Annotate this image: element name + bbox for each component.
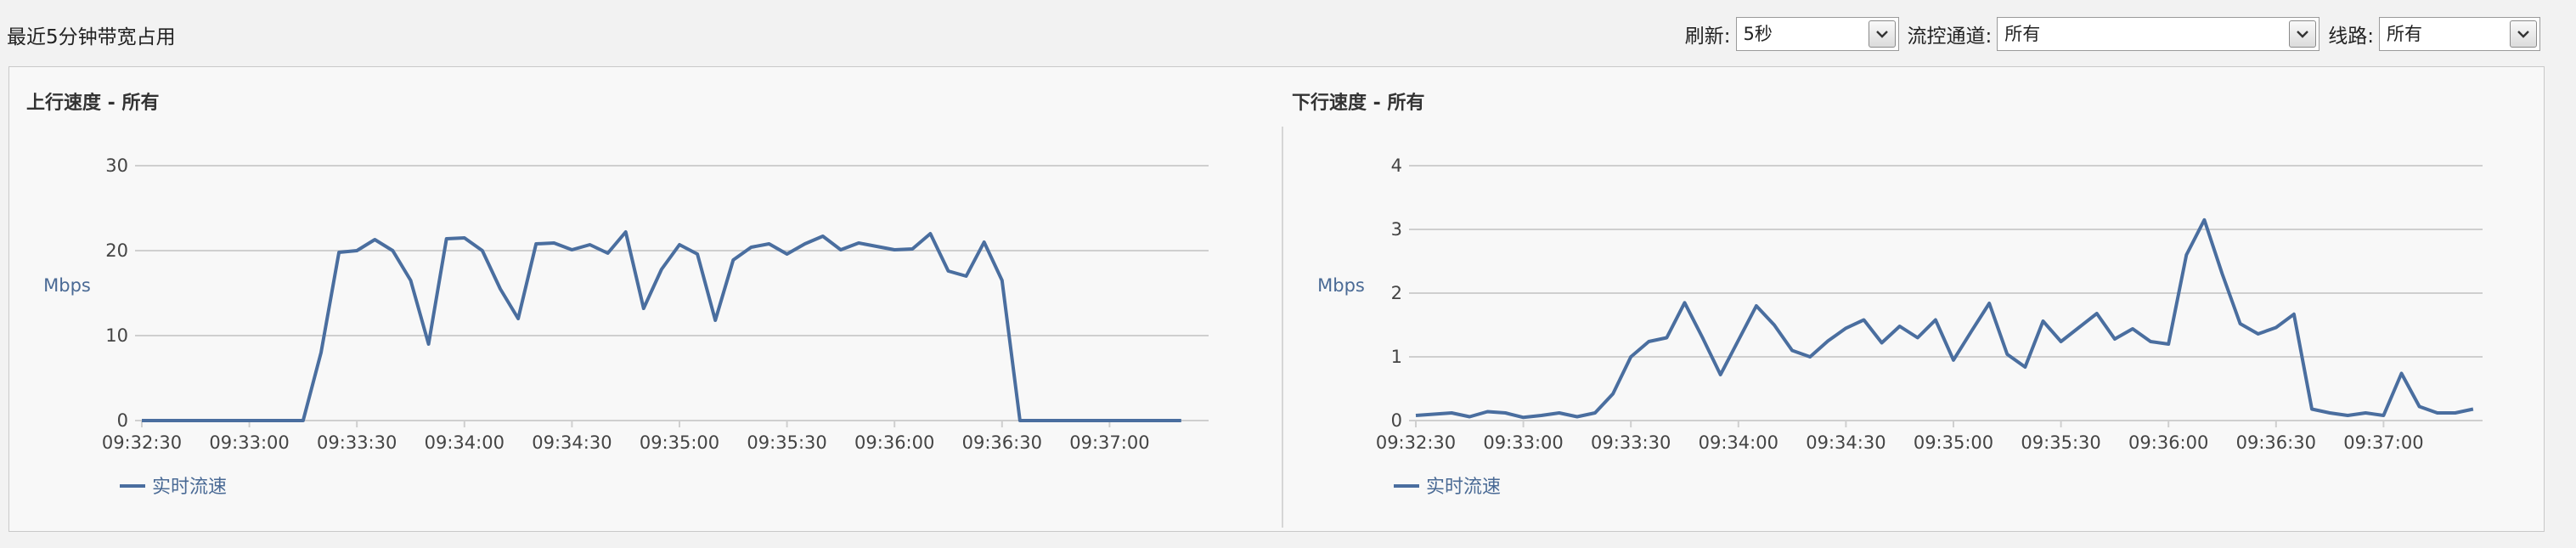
download-x-tick-label: 09:35:30	[2021, 432, 2100, 453]
download-chart: 0 1 2 3 4 Mbps 09:32:30 09:33:00 09:33:30 09:34:0…	[1317, 155, 2483, 498]
download-series-line	[1415, 218, 2474, 420]
chevron-down-icon[interactable]	[2289, 20, 2317, 48]
download-legend-label[interactable]: 实时流速	[1426, 477, 1501, 498]
upload-y-tick-label: 0	[117, 410, 128, 431]
refresh-select[interactable]: 5秒	[1735, 17, 1899, 51]
page-title: 最近5分钟带宽占用	[7, 26, 176, 48]
download-x-tick-label: 09:36:30	[2236, 432, 2316, 453]
upload-x-tick-label: 09:34:30	[532, 432, 612, 453]
upload-x-tick-label: 09:32:30	[102, 432, 182, 453]
upload-x-tick-label: 09:33:30	[317, 432, 397, 453]
upload-y-tick-label: 10	[105, 325, 128, 346]
upload-x-tick-label: 09:36:00	[854, 432, 934, 453]
upload-x-tick-label: 09:33:00	[209, 432, 289, 453]
upload-y-tick-label: 20	[105, 240, 128, 261]
charts-panel: 上行速度 - 所有 下行速度 - 所有 0 10 20 30 Mbps 09:32:30 0…	[8, 66, 2545, 532]
chevron-down-icon[interactable]	[2510, 20, 2537, 48]
channel-select[interactable]: 所有	[1997, 17, 2320, 51]
download-x-tick-label: 09:36:00	[2128, 432, 2208, 453]
upload-legend-label[interactable]: 实时流速	[152, 477, 227, 498]
download-y-axis-label: Mbps	[1317, 275, 1365, 296]
channel-label: 流控通道:	[1907, 25, 1993, 48]
download-y-tick-label: 1	[1391, 347, 1402, 367]
line-select[interactable]: 所有	[2379, 17, 2540, 51]
download-x-tick-label: 09:37:00	[2343, 432, 2423, 453]
line-label: 线路:	[2328, 25, 2374, 48]
download-x-tick-label: 09:34:00	[1699, 432, 1778, 453]
download-y-tick-label: 0	[1391, 410, 1402, 431]
upload-chart: 0 10 20 30 Mbps 09:32:30 09:33:00 09:33:30 09:34…	[43, 155, 1209, 498]
toolbar: 刷新: 5秒 流控通道: 所有 线路: 所有	[1682, 17, 2540, 51]
upload-x-tick-label: 09:37:00	[1069, 432, 1149, 453]
download-x-tick-label: 09:32:30	[1376, 432, 1456, 453]
refresh-select-value: 5秒	[1743, 24, 1773, 44]
upload-x-tick-label: 09:35:30	[747, 432, 826, 453]
upload-x-tick-label: 09:36:30	[962, 432, 1042, 453]
download-x-tick-label: 09:33:00	[1483, 432, 1563, 453]
download-x-tick-label: 09:34:30	[1806, 432, 1885, 453]
chevron-down-icon[interactable]	[1868, 20, 1896, 48]
download-y-tick-label: 4	[1391, 155, 1402, 176]
download-y-tick-label: 3	[1391, 219, 1402, 240]
download-y-tick-label: 2	[1391, 283, 1402, 303]
upload-x-tick-label: 09:35:00	[640, 432, 719, 453]
upload-series-line	[142, 230, 1181, 422]
refresh-label: 刷新:	[1684, 25, 1731, 48]
upload-x-tick-label: 09:34:00	[425, 432, 504, 453]
line-select-value: 所有	[2387, 24, 2422, 44]
upload-y-axis-label: Mbps	[43, 275, 91, 296]
channel-select-value: 所有	[2004, 24, 2041, 44]
download-x-tick-label: 09:35:00	[1914, 432, 1993, 453]
upload-y-tick-label: 30	[105, 155, 128, 176]
download-x-tick-label: 09:33:30	[1591, 432, 1671, 453]
